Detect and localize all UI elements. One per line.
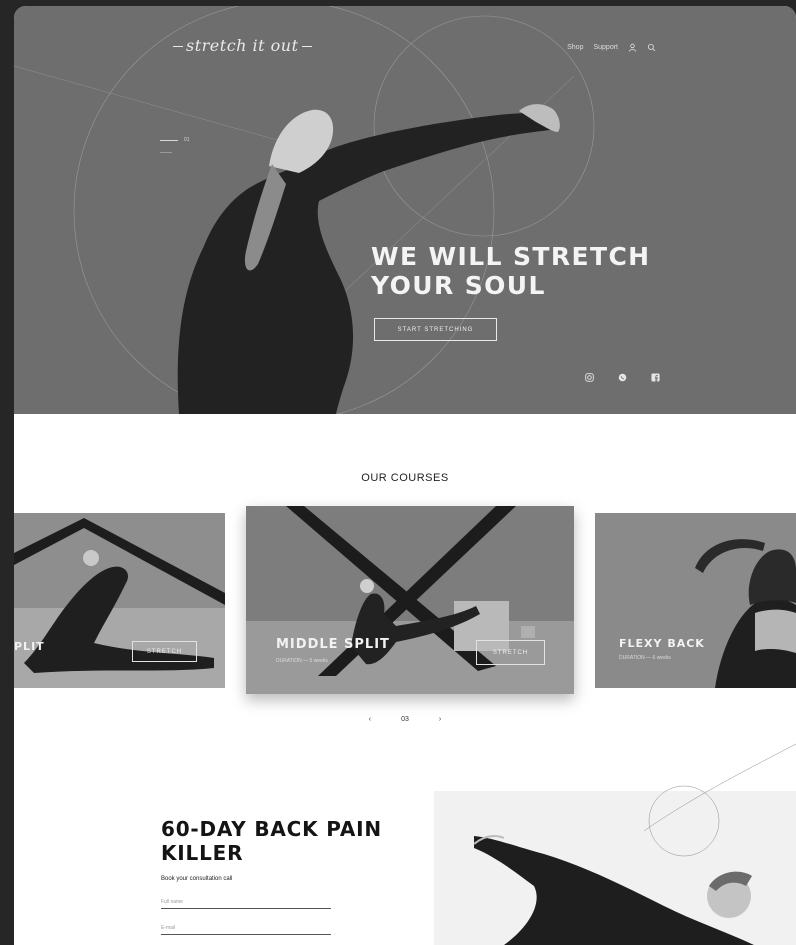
courses-heading: OUR COURSES — [361, 472, 449, 484]
hero-section: stretch it out Shop Support 01 WE WILL S… — [14, 6, 796, 414]
hero-photo — [14, 6, 595, 414]
top-nav: Shop Support — [567, 43, 656, 52]
promo-title: 60-DAY BACK PAIN KILLER — [161, 817, 441, 865]
user-icon[interactable] — [628, 43, 637, 52]
promo-photo — [434, 743, 796, 945]
hero-title-line-2: YOUR SOUL — [371, 271, 546, 300]
stretch-button[interactable]: STRETCH — [132, 641, 197, 662]
nav-shop[interactable]: Shop — [567, 44, 583, 51]
course-card[interactable]: PLIT STRETCH — [14, 513, 225, 688]
instagram-icon[interactable] — [585, 373, 594, 382]
course-name: PLIT — [14, 640, 45, 653]
course-name: MIDDLE SPLIT — [276, 637, 390, 652]
course-card-active[interactable]: MIDDLE SPLIT DURATION — 5 weeks STRETCH — [246, 506, 574, 694]
course-name: FLEXY BACK — [619, 637, 705, 650]
search-icon[interactable] — [647, 43, 656, 52]
courses-pager: ‹ 03 › — [14, 716, 796, 723]
hero-title: WE WILL STRETCH YOUR SOUL — [371, 242, 651, 300]
next-arrow-icon[interactable]: › — [439, 716, 441, 723]
course-photo — [595, 513, 796, 688]
course-photo — [246, 506, 574, 694]
promo-subtitle: Book your consultation call — [161, 876, 233, 882]
slide-number: 01 — [184, 137, 190, 143]
prev-arrow-icon[interactable]: ‹ — [369, 716, 371, 723]
start-stretching-button[interactable]: START STRETCHING — [374, 318, 497, 341]
slide-indicator[interactable]: 01 — [160, 137, 190, 143]
promo-title-line-1: 60-DAY BACK PAIN — [161, 817, 382, 841]
promo-title-line-2: KILLER — [161, 841, 244, 865]
social-links — [585, 373, 660, 382]
course-duration: DURATION — 5 weeks — [276, 658, 328, 664]
slide-indicator-line — [160, 152, 172, 153]
email-field[interactable]: E-mail — [161, 925, 331, 935]
full-name-field[interactable]: Full name — [161, 899, 331, 909]
brand-logo[interactable]: stretch it out — [170, 36, 315, 55]
whatsapp-icon[interactable] — [618, 373, 627, 382]
course-duration: DURATION — 6 weeks — [619, 655, 671, 661]
facebook-icon[interactable] — [651, 373, 660, 382]
course-card[interactable]: FLEXY BACK DURATION — 6 weeks — [595, 513, 796, 688]
page-frame: stretch it out Shop Support 01 WE WILL S… — [14, 6, 796, 945]
hero-title-line-1: WE WILL STRETCH — [371, 242, 651, 271]
nav-support[interactable]: Support — [593, 44, 618, 51]
page-number: 03 — [401, 716, 409, 723]
brand-logo-text: stretch it out — [186, 36, 299, 55]
stretch-button[interactable]: STRETCH — [476, 640, 545, 665]
